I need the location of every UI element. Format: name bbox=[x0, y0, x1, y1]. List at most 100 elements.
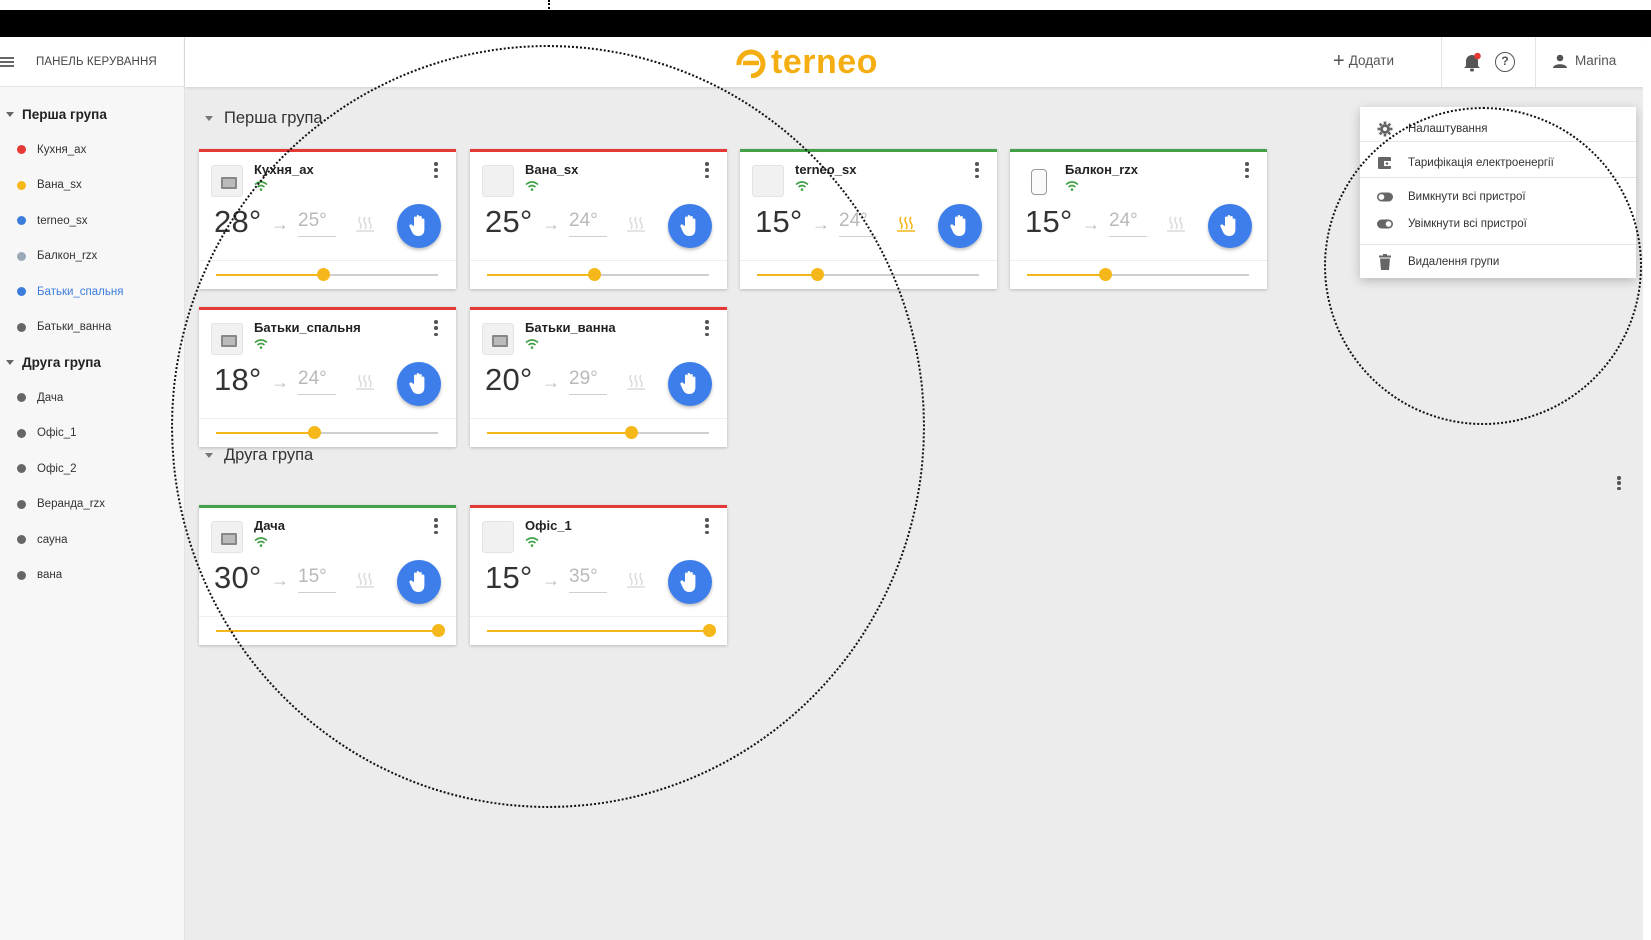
device-card[interactable]: Вана_sx 25° → 24° bbox=[470, 149, 727, 289]
sidebar-item[interactable]: Офіс_2 bbox=[0, 451, 184, 487]
device-name[interactable]: Батьки_спальня bbox=[254, 320, 361, 335]
sidebar-item[interactable]: terneo_sx bbox=[0, 203, 184, 239]
device-card[interactable]: Батьки_спальня 18° → 24° bbox=[199, 307, 456, 447]
manual-mode-button[interactable] bbox=[668, 204, 712, 248]
sidebar-item[interactable]: Батьки_ванна bbox=[0, 310, 184, 346]
menu-item-label: Видалення групи bbox=[1408, 256, 1500, 268]
group-title-label: Друга група bbox=[224, 446, 314, 464]
device-name[interactable]: Вана_sx bbox=[525, 162, 578, 177]
setpoint-temperature[interactable]: 24° bbox=[839, 210, 877, 237]
status-dot bbox=[17, 499, 26, 509]
more-options-icon[interactable] bbox=[705, 518, 709, 534]
group-title-2[interactable]: Друга група bbox=[205, 446, 313, 465]
manual-mode-button[interactable] bbox=[397, 204, 441, 248]
temperature-slider[interactable] bbox=[487, 624, 716, 637]
hand-icon bbox=[680, 373, 696, 394]
slider-fill bbox=[216, 432, 314, 434]
setpoint-temperature[interactable]: 24° bbox=[1109, 210, 1147, 237]
help-icon[interactable]: ? bbox=[1495, 52, 1515, 72]
more-options-icon[interactable] bbox=[1617, 476, 1621, 490]
toggle-on-icon bbox=[1377, 216, 1393, 232]
temperature-slider[interactable] bbox=[1027, 268, 1249, 281]
device-name[interactable]: Дача bbox=[254, 518, 285, 533]
temperature-slider[interactable] bbox=[487, 268, 709, 281]
slider-handle[interactable] bbox=[1098, 268, 1112, 281]
manual-mode-button[interactable] bbox=[668, 362, 712, 406]
device-card[interactable]: Батьки_ванна 20° → 29° bbox=[470, 307, 727, 447]
caret-down-icon bbox=[205, 453, 213, 458]
terneo-logo[interactable]: terneo bbox=[735, 43, 878, 82]
menu-item-settings[interactable]: Налаштування bbox=[1360, 116, 1636, 142]
setpoint-temperature[interactable]: 35° bbox=[569, 566, 607, 593]
menu-item-delete-group[interactable]: Видалення групи bbox=[1360, 249, 1636, 275]
slider-handle[interactable] bbox=[625, 426, 639, 439]
sidebar-item-label: Батьки_ванна bbox=[37, 321, 112, 334]
setpoint-temperature[interactable]: 24° bbox=[569, 210, 607, 237]
sidebar-item[interactable]: Балкон_rzx bbox=[0, 239, 184, 275]
sidebar-item[interactable]: Офіс_1 bbox=[0, 416, 184, 452]
user-menu[interactable]: Marina bbox=[1553, 53, 1616, 68]
manual-mode-button[interactable] bbox=[938, 204, 982, 248]
heating-icon bbox=[627, 572, 645, 588]
more-options-icon[interactable] bbox=[434, 162, 438, 178]
slider-handle[interactable] bbox=[587, 268, 601, 281]
more-options-icon[interactable] bbox=[1245, 162, 1249, 178]
menu-item-turn-off-all[interactable]: Вимкнути всі пристрої bbox=[1360, 184, 1636, 210]
menu-item-tariff[interactable]: Тарифікація електроенергії bbox=[1360, 150, 1636, 176]
hand-icon bbox=[409, 373, 425, 394]
setpoint-temperature[interactable]: 15° bbox=[298, 566, 336, 593]
manual-mode-button[interactable] bbox=[397, 560, 441, 604]
sidebar-group-2[interactable]: Друга група bbox=[0, 345, 184, 380]
sidebar-item[interactable]: Кухня_ax bbox=[0, 132, 184, 168]
sidebar-item[interactable]: Вана_sx bbox=[0, 168, 184, 204]
manual-mode-button[interactable] bbox=[1208, 204, 1252, 248]
sidebar-item[interactable]: сауна bbox=[0, 522, 184, 558]
manual-mode-button[interactable] bbox=[397, 362, 441, 406]
slider-handle[interactable] bbox=[307, 426, 321, 439]
device-card[interactable]: Дача 30° → 15° bbox=[199, 505, 456, 645]
temperature-slider[interactable] bbox=[216, 426, 438, 439]
group-title-1[interactable]: Перша група bbox=[205, 109, 323, 128]
manual-mode-button[interactable] bbox=[668, 560, 712, 604]
device-card[interactable]: Балкон_rzx 15° → 24° bbox=[1010, 149, 1267, 289]
slider-handle[interactable] bbox=[703, 624, 716, 637]
device-card[interactable]: Кухня_ax 28° → 25° bbox=[199, 149, 456, 289]
notifications-button[interactable] bbox=[1461, 51, 1483, 73]
wifi-icon bbox=[254, 537, 268, 547]
current-temperature: 30° bbox=[214, 560, 262, 595]
device-card[interactable]: terneo_sx 15° → 24° bbox=[740, 149, 997, 289]
heating-icon bbox=[627, 216, 645, 232]
menu-item-turn-on-all[interactable]: Увімкнути всі пристрої bbox=[1360, 211, 1636, 237]
add-button[interactable]: + Додати bbox=[1333, 51, 1395, 71]
menu-icon[interactable] bbox=[0, 56, 14, 67]
sidebar-item[interactable]: Дача bbox=[0, 380, 184, 416]
device-name[interactable]: Офіс_1 bbox=[525, 518, 572, 533]
add-label: Додати bbox=[1348, 53, 1395, 68]
device-name[interactable]: Батьки_ванна bbox=[525, 320, 616, 335]
temperature-slider[interactable] bbox=[487, 426, 709, 439]
device-name[interactable]: Кухня_ax bbox=[254, 162, 314, 177]
setpoint-temperature[interactable]: 25° bbox=[298, 210, 336, 237]
slider-handle[interactable] bbox=[432, 624, 445, 637]
slider-handle[interactable] bbox=[810, 268, 824, 281]
more-options-icon[interactable] bbox=[705, 320, 709, 336]
temperature-slider[interactable] bbox=[216, 624, 445, 637]
device-name[interactable]: Балкон_rzx bbox=[1065, 162, 1138, 177]
device-thumbnail bbox=[752, 165, 784, 197]
current-temperature: 28° bbox=[214, 204, 262, 239]
temperature-slider[interactable] bbox=[216, 268, 438, 281]
slider-handle[interactable] bbox=[316, 268, 330, 281]
sidebar-item[interactable]: вана bbox=[0, 558, 184, 594]
more-options-icon[interactable] bbox=[705, 162, 709, 178]
sidebar-item[interactable]: Веранда_rzx bbox=[0, 487, 184, 523]
more-options-icon[interactable] bbox=[434, 320, 438, 336]
device-card[interactable]: Офіс_1 15° → 35° bbox=[470, 505, 727, 645]
temperature-slider[interactable] bbox=[757, 268, 979, 281]
sidebar-group-1[interactable]: Перша група bbox=[0, 97, 184, 132]
more-options-icon[interactable] bbox=[975, 162, 979, 178]
setpoint-temperature[interactable]: 29° bbox=[569, 368, 607, 395]
setpoint-temperature[interactable]: 24° bbox=[298, 368, 336, 395]
device-name[interactable]: terneo_sx bbox=[795, 162, 856, 177]
more-options-icon[interactable] bbox=[434, 518, 438, 534]
sidebar-item[interactable]: Батьки_спальня bbox=[0, 274, 184, 310]
